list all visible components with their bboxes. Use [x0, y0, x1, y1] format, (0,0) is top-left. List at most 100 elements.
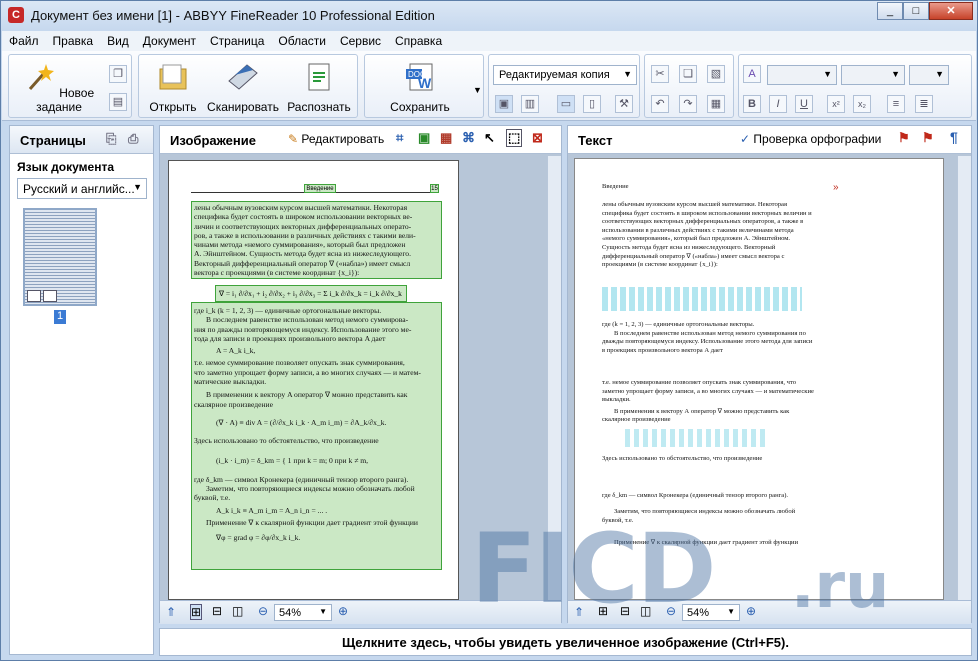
minimize-button[interactable]: _ — [877, 2, 903, 20]
bold-icon[interactable]: B — [743, 95, 761, 113]
text-block-3[interactable]: т.е. немое суммирование позволяет опуска… — [602, 379, 839, 425]
save-dropdown-arrow[interactable]: ▼ — [473, 85, 482, 95]
zoom-in-icon[interactable]: ⊕ — [338, 604, 348, 618]
doc-language-select[interactable]: Русский и английс... ▼ — [17, 178, 147, 199]
align-left-icon[interactable]: ≡ — [887, 95, 905, 113]
menu-page[interactable]: Страница — [203, 31, 271, 51]
image-header-area[interactable]: Введение — [304, 184, 336, 193]
new-task-button[interactable]: Новое задание — [15, 61, 103, 114]
prev-error-icon[interactable]: ⚑ — [898, 130, 910, 146]
cut-icon[interactable]: ✂ — [651, 65, 669, 83]
delete-area-icon[interactable]: ⊠ — [532, 130, 543, 146]
spellcheck-icon: ✓ — [740, 132, 751, 146]
subscript-icon[interactable]: x₂ — [853, 95, 871, 113]
menu-document[interactable]: Документ — [136, 31, 203, 51]
task-group: Новое задание ❐ ▤ — [8, 54, 132, 118]
scan-button[interactable]: Сканировать — [203, 61, 283, 114]
italic-icon[interactable]: I — [769, 95, 787, 113]
add-page-icon[interactable]: ⎘ — [106, 131, 116, 147]
fit-page-icon[interactable]: ⊞ — [190, 604, 203, 620]
main-toolbar: Новое задание ❐ ▤ Открыть Сканировать Ра… — [2, 51, 976, 121]
menu-view[interactable]: Вид — [100, 31, 136, 51]
page-thumbnail[interactable] — [23, 208, 97, 306]
save-small-icon[interactable]: ▦ — [707, 95, 725, 113]
color-select[interactable]: ▼ — [909, 65, 949, 85]
layout-icon-4[interactable]: ▯ — [583, 95, 601, 113]
app-window: C Документ без имени [1] - ABBYY FineRea… — [0, 0, 978, 661]
align-justify-icon[interactable]: ≣ — [915, 95, 933, 113]
text-block-1[interactable]: лены обычным вузовским курсом высшей мат… — [602, 201, 839, 270]
recognize-button[interactable]: Распознать — [283, 61, 355, 114]
text-area-icon[interactable]: ⌗ — [396, 130, 403, 146]
zoom-hint-bar[interactable]: Щелкните здесь, чтобы увидеть увеличенно… — [159, 628, 972, 656]
edit-image-button[interactable]: ✎ Редактировать — [288, 132, 384, 146]
save-group: DOC W Сохранить ▼ — [364, 54, 484, 118]
picture-area-icon[interactable]: ▣ — [418, 130, 430, 146]
image-text-block-2[interactable]: где i_k (k = 1, 2, 3) — единичные ортого… — [191, 302, 442, 570]
menu-tools[interactable]: Сервис — [333, 31, 388, 51]
next-error-icon[interactable]: ⚑ — [922, 130, 934, 146]
menu-edit[interactable]: Правка — [46, 31, 101, 51]
pages-header: Страницы ⎘ ⎙ — [10, 126, 153, 154]
svg-text:W: W — [418, 75, 432, 91]
redo-icon[interactable]: ↷ — [679, 95, 697, 113]
font-style-icon[interactable]: A — [743, 65, 761, 83]
edit-icon: ✎ — [288, 132, 299, 146]
fit-width-icon[interactable]: ⊟ — [212, 604, 222, 618]
barcode-area-icon[interactable]: ⌘ — [462, 130, 475, 146]
image-zoom-select[interactable]: 54% ▼ — [274, 604, 332, 621]
ficd-watermark-suffix: .ru — [791, 549, 890, 622]
wrench-icon[interactable]: ⚒ — [615, 95, 633, 113]
superscript-icon[interactable]: x² — [827, 95, 845, 113]
page-number-badge[interactable]: 1 — [54, 310, 66, 324]
open-button[interactable]: Открыть — [143, 61, 203, 114]
thumb-text-icon — [43, 290, 57, 302]
image-pageno-area[interactable]: 15 — [430, 184, 439, 193]
layout-icon-1[interactable]: ▣ — [495, 95, 513, 113]
image-text-block-1[interactable]: лены обычным вузовским курсом высшей мат… — [191, 201, 442, 279]
menu-file[interactable]: Файл — [2, 31, 46, 51]
select-area-icon[interactable]: ⬚ — [506, 129, 523, 147]
underline-icon[interactable]: U — [795, 95, 813, 113]
undo-icon[interactable]: ↶ — [651, 95, 669, 113]
actual-size-icon[interactable]: ◫ — [232, 604, 243, 618]
copy-doc-icon[interactable]: ❐ — [109, 65, 127, 83]
thumb-image-icon — [27, 290, 41, 302]
text-formula-block-2[interactable] — [625, 429, 765, 447]
spellcheck-button[interactable]: ✓ Проверка орфографии — [740, 132, 881, 146]
text-vscrollbar[interactable] — [957, 156, 971, 600]
menu-help[interactable]: Справка — [388, 31, 449, 51]
scroll-top-icon[interactable]: ⇑ — [166, 605, 176, 619]
layout-icon-2[interactable]: ▥ — [521, 95, 539, 113]
text-block-2[interactable]: где (k = 1, 2, 3) — единичные ортогональ… — [602, 321, 839, 355]
word-doc-icon: DOCW — [406, 63, 433, 91]
text-header-line: Введение — [602, 183, 629, 190]
image-page: Введение 15 лены обычным вузовским курсо… — [168, 160, 459, 600]
page-settings-icon[interactable]: ⎙ — [128, 131, 138, 147]
font-group: A ▼ ▼ ▼ B I U x² x₂ ≡ ≣ — [738, 54, 972, 118]
scanner-icon — [228, 64, 258, 90]
pointer-icon[interactable]: ↖ — [484, 130, 495, 146]
pages-pane: Страницы ⎘ ⎙ Язык документа Русский и ан… — [9, 125, 154, 655]
recognize-icon — [308, 63, 330, 91]
edit-group: ✂ ❏ ▧ ↶ ↷ ▦ — [644, 54, 734, 118]
save-button[interactable]: DOC W Сохранить — [375, 61, 465, 114]
folder-icon — [159, 64, 187, 90]
paste-icon[interactable]: ▧ — [707, 65, 725, 83]
copy-icon[interactable]: ❏ — [679, 65, 697, 83]
close-button[interactable]: ✕ — [929, 2, 973, 20]
format-select[interactable]: Редактируемая копия ▼ — [493, 65, 637, 85]
font-size-select[interactable]: ▼ — [841, 65, 905, 85]
table-area-icon[interactable]: ▦ — [440, 130, 452, 146]
text-zoom-in-icon[interactable]: ⊕ — [746, 604, 756, 618]
maximize-button[interactable]: □ — [903, 2, 929, 20]
font-name-select[interactable]: ▼ — [767, 65, 837, 85]
image-formula-area[interactable]: ∇ = i₁ ∂/∂x₁ + i₂ ∂/∂x₂ + i₃ ∂/∂x₃ = Σ i… — [215, 285, 407, 302]
app-logo-icon: C — [8, 7, 24, 23]
text-formula-block[interactable] — [602, 287, 802, 311]
menu-areas[interactable]: Области — [271, 31, 333, 51]
zoom-out-icon[interactable]: ⊖ — [258, 604, 268, 618]
layout-icon-3[interactable]: ▭ — [557, 95, 575, 113]
open-folder-small-icon[interactable]: ▤ — [109, 93, 127, 111]
paragraph-mark-icon[interactable]: ¶ — [950, 129, 958, 145]
